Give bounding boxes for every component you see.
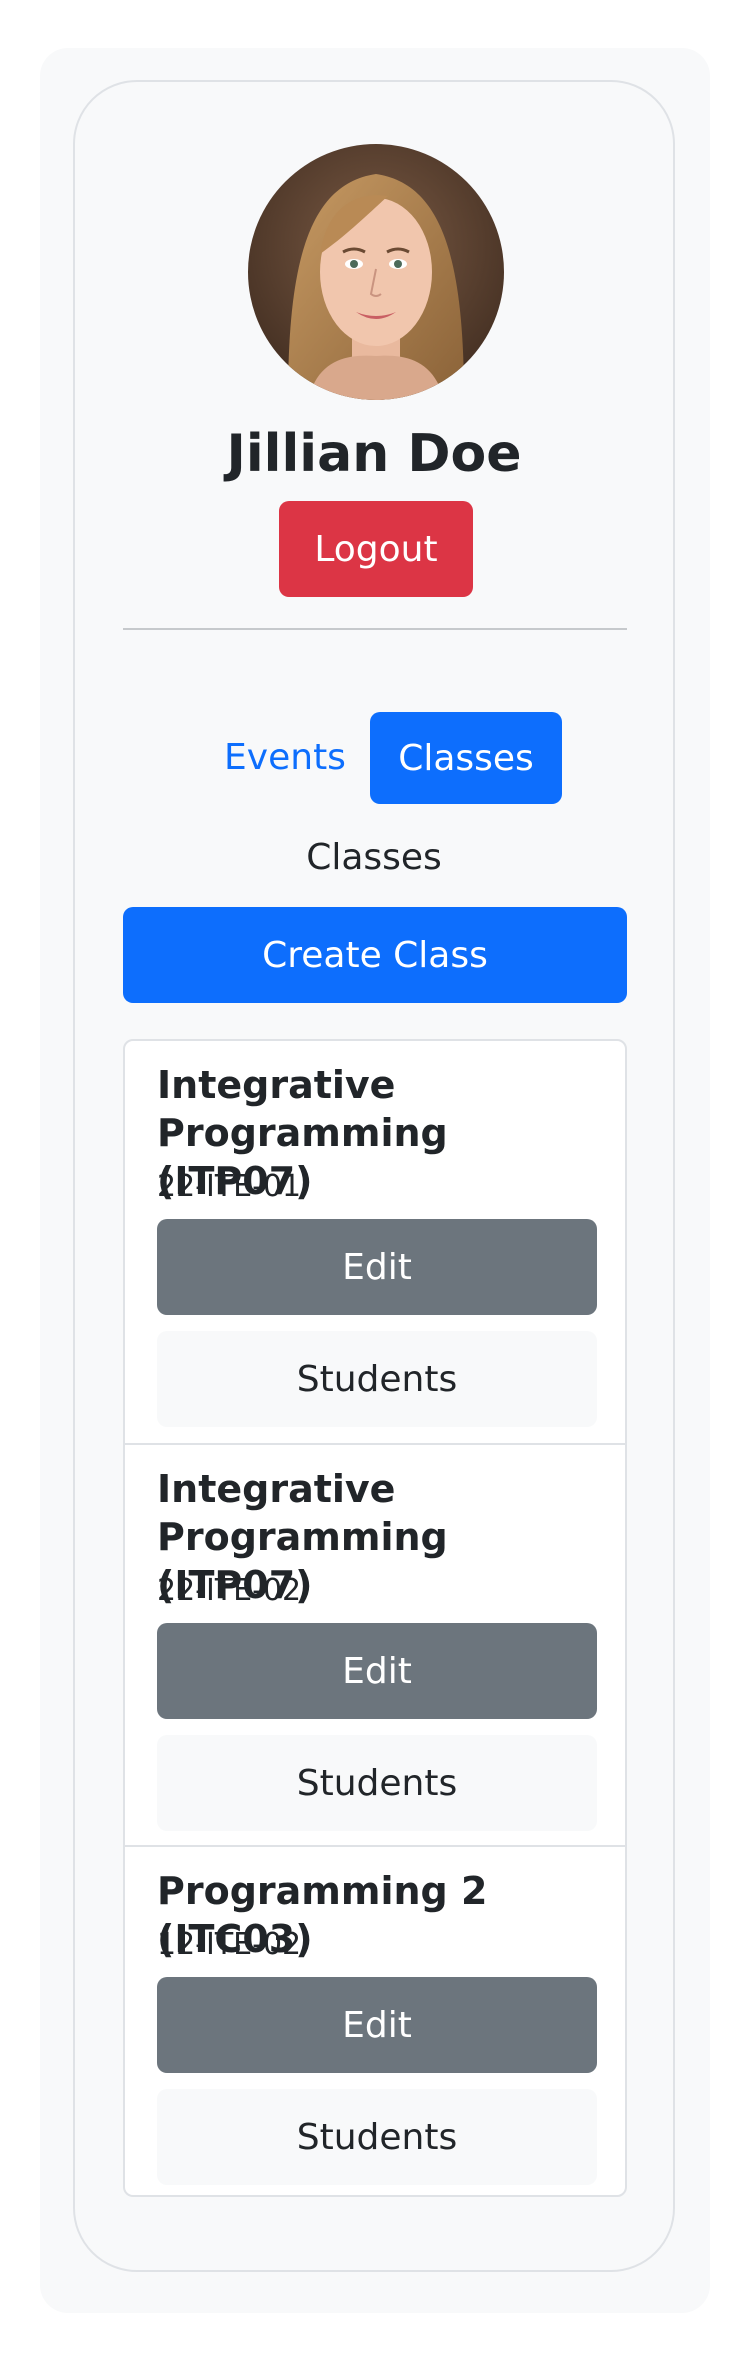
students-button[interactable]: Students	[157, 1735, 597, 1831]
class-code: 22-ITE-02	[157, 1573, 302, 1608]
divider	[123, 628, 627, 630]
user-name: Jillian Doe	[226, 424, 522, 484]
students-button[interactable]: Students	[157, 2089, 597, 2185]
class-list: Integrative Programming (ITP07) 22-ITE-0…	[123, 1039, 627, 2197]
class-item: Integrative Programming (ITP07) 22-ITE-0…	[125, 1443, 625, 1831]
avatar	[248, 144, 504, 400]
edit-button[interactable]: Edit	[157, 1977, 597, 2073]
class-item: Programming 2 (ITC03) 12-ITE-02 Edit Stu…	[125, 1845, 625, 2195]
create-class-button[interactable]: Create Class	[123, 907, 627, 1003]
avatar-image	[248, 144, 504, 400]
class-code: 22-ITE-01	[157, 1169, 302, 1204]
students-button[interactable]: Students	[157, 1331, 597, 1427]
section-title: Classes	[306, 837, 442, 878]
tab-events[interactable]: Events	[220, 712, 350, 804]
edit-button[interactable]: Edit	[157, 1623, 597, 1719]
class-code: 12-ITE-02	[157, 1927, 302, 1962]
class-item: Integrative Programming (ITP07) 22-ITE-0…	[125, 1041, 625, 1443]
logout-button[interactable]: Logout	[279, 501, 473, 597]
edit-button[interactable]: Edit	[157, 1219, 597, 1315]
page-background: Jillian Doe Logout Events Classes Classe…	[40, 48, 710, 2313]
profile-card: Jillian Doe Logout Events Classes Classe…	[73, 80, 675, 2272]
tab-classes[interactable]: Classes	[370, 712, 562, 804]
